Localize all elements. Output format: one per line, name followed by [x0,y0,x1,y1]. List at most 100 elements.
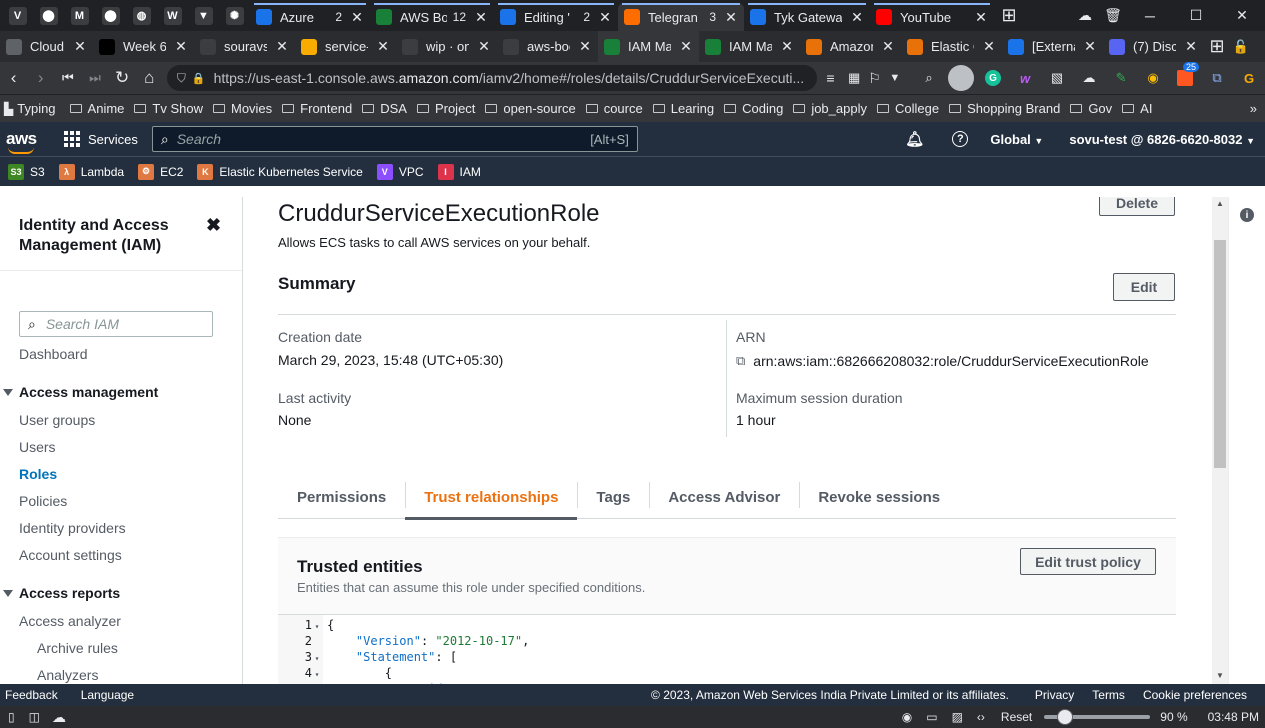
ghost-icon[interactable]: ☁ [1073,70,1105,86]
browser-tab[interactable]: YouTube ✕ [870,3,994,31]
close-tab-icon[interactable]: ✕ [1083,38,1097,55]
aws-search-input[interactable]: ⌕ Search [Alt+S] [151,126,638,152]
sidebar-item-identity-providers[interactable]: Identity providers [19,520,126,536]
search-icon[interactable]: ⌕ [913,70,945,86]
browser-tab[interactable]: (7) Disco ✕ [1103,31,1204,62]
scroll-down-icon[interactable]: ▼ [1216,671,1224,680]
zoom-slider[interactable] [1044,709,1151,725]
grammarly-icon[interactable]: G [977,70,1009,86]
sidebar-item-access-analyzer[interactable]: Access analyzer [19,613,121,629]
back-icon[interactable]: ‹ [0,68,27,88]
forward-icon[interactable]: › [27,68,54,88]
w-extension-icon[interactable]: w [1009,71,1041,86]
bookmark-folder[interactable]: Learing [643,101,714,116]
services-menu[interactable]: Services [64,131,138,147]
browser-tab[interactable]: Cloud P ✕ [0,31,93,62]
sidebar-item-policies[interactable]: Policies [19,493,67,509]
vs-tab[interactable]: ▼ [188,0,219,31]
close-tab-icon[interactable]: ✕ [850,9,864,26]
maximize-button[interactable]: ☐ [1173,7,1219,24]
close-tab-icon[interactable]: ✕ [376,38,390,55]
cloud-icon[interactable]: ☁ [1071,7,1099,24]
policy-json-viewer[interactable]: 1 ▾{2 "Version": "2012-10-17", 3 ▾ "Stateme… [278,614,1176,684]
tab-revoke-sessions[interactable]: Revoke sessions [799,476,959,519]
close-tab-icon[interactable]: ✕ [73,38,87,55]
chatgpt-tab[interactable]: ✺ [219,0,250,31]
sidebar-item-roles[interactable]: Roles [19,466,57,482]
sidebar-search-input[interactable]: ⌕ Search IAM [19,311,213,337]
badge-extension-icon[interactable]: 25 [1169,62,1201,86]
image-icon[interactable]: ▨ [952,710,963,724]
sidebar-item-user-groups[interactable]: User groups [19,412,95,428]
section-access-management[interactable]: Access management [3,384,158,400]
color-picker-icon[interactable]: ✎ [1105,70,1137,86]
zoom-slider-knob[interactable] [1056,709,1073,725]
close-tab-icon[interactable]: ✕ [974,9,988,26]
info-icon[interactable]: i [1240,208,1254,222]
region-selector[interactable]: Global ▼ [990,132,1043,147]
close-tab-icon[interactable]: ✕ [724,9,738,26]
bookmark-folder[interactable]: Project [407,101,475,116]
scroll-thumb[interactable] [1214,240,1226,468]
globe-tab[interactable]: ◍ [126,0,157,31]
browser-tab[interactable]: Editing ' 2 ✕ [494,3,618,31]
sidebar-item-users[interactable]: Users [19,439,56,455]
favorite-service[interactable]: λ Lambda [58,163,124,180]
bookmark-folder[interactable]: Movies [203,101,272,116]
reader-icon[interactable]: ≡ [817,70,844,86]
edit-button[interactable]: Edit [1113,273,1175,301]
bookmark-folder[interactable]: Anime [69,101,124,116]
cookie-preferences-link[interactable]: Cookie preferences [1143,688,1247,702]
avatar[interactable] [945,65,977,91]
bookmark-folder[interactable]: College [867,101,939,116]
bookmark-folder[interactable]: job_apply [783,101,867,116]
window-icon[interactable]: ◫ [29,710,40,724]
scroll-up-icon[interactable]: ▲ [1216,199,1224,208]
home-icon[interactable]: ⌂ [136,68,163,88]
bookmark-folder[interactable]: cource [576,101,643,116]
dropdown-icon[interactable]: ▼ [885,72,905,84]
browser-tab[interactable]: wip · on ✕ [396,31,497,62]
sidebar-item-dashboard[interactable]: Dashboard [19,346,88,362]
url-input[interactable]: ⛉ 🔒 https://us-east-1.console.aws.amazon… [166,65,817,91]
bookmark-folder[interactable]: DSA [352,101,407,116]
skip-back-icon[interactable]: ⏮ [54,70,81,86]
help-icon[interactable]: ? [952,131,969,147]
bell-icon[interactable]: 🔔︎ [905,130,924,148]
browser-tab[interactable]: souravsl ✕ [194,31,295,62]
browser-tab[interactable]: Week 6 ✕ [93,31,194,62]
new-tab-icon[interactable]: ⊞ [994,5,1024,26]
browser-tab[interactable]: Tyk Gateway ✕ [744,3,870,31]
bookmark-folder[interactable]: Frontend [272,101,352,116]
reload-icon[interactable]: ↻ [109,68,136,88]
close-tab-icon[interactable]: ✕ [780,38,794,55]
github-tab-2[interactable]: ⬤ [95,0,126,31]
browser-tab[interactable]: service- ✕ [295,31,396,62]
zoom-reset-button[interactable]: Reset [1001,710,1032,724]
more-bookmarks-icon[interactable]: » [1250,101,1257,116]
language-link[interactable]: Language [81,688,134,702]
sidebar-item-analyzers[interactable]: Analyzers [37,667,98,683]
trash-icon[interactable]: 🗑 [1099,7,1127,24]
copy-icon[interactable]: ⧉ [736,353,745,369]
camera-icon[interactable]: ◉ [902,710,912,724]
qr-icon[interactable]: ▦ [844,70,864,86]
close-tab-icon[interactable]: ✕ [350,9,364,26]
privacy-link[interactable]: Privacy [1035,688,1074,702]
terms-link[interactable]: Terms [1092,688,1125,702]
close-tab-icon[interactable]: ✕ [578,38,592,55]
tab-access-advisor[interactable]: Access Advisor [649,476,799,519]
new-tab-icon[interactable]: ⊞ [1204,36,1230,57]
favorite-service[interactable]: V VPC [376,163,424,180]
browser-tab[interactable]: aws-boo ✕ [497,31,598,62]
bookmark-icon[interactable]: ⚐ [864,70,884,87]
close-tab-icon[interactable]: ✕ [477,38,491,55]
panel-icon[interactable]: ▯ [8,710,15,724]
bookmark-folder[interactable]: Tv Show [124,101,203,116]
close-tab-icon[interactable]: ✕ [598,9,612,26]
section-access-reports[interactable]: Access reports [3,585,120,601]
browser-tab[interactable]: IAM Ma ✕ [598,31,699,62]
bookmark-folder[interactable]: Shopping Brand [939,101,1060,116]
bookmark-folder[interactable]: open-source [475,101,576,116]
browser-tab[interactable]: Amazon ✕ [800,31,901,62]
